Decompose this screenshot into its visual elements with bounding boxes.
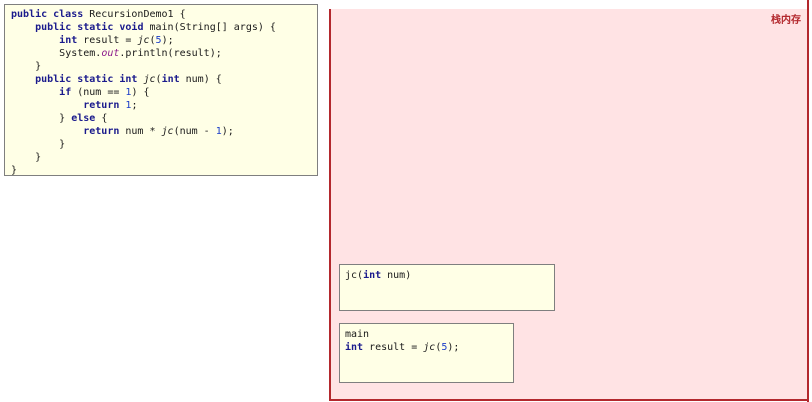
code-line-7: if (num == 1) { xyxy=(11,86,317,99)
method-name: jc xyxy=(137,35,150,46)
stack-frame-jc: jc(int num) xyxy=(339,264,555,311)
code-text: System. xyxy=(59,48,102,59)
method-name: jc xyxy=(423,342,436,353)
code-text: num * xyxy=(119,126,162,137)
code-text: (num - xyxy=(173,126,216,137)
source-code-panel: public class RecursionDemo1 { public sta… xyxy=(4,4,318,176)
code-line-11: } xyxy=(11,139,66,150)
code-text: ; xyxy=(131,100,138,111)
code-text: ) { xyxy=(131,87,150,98)
keyword: int xyxy=(161,74,180,85)
keyword: int xyxy=(345,342,364,353)
code-line-5: } xyxy=(11,61,42,72)
code-line-4: System.out.println(result); xyxy=(11,47,317,60)
code-line-8: return 1; xyxy=(11,99,317,112)
method-name: jc xyxy=(161,126,174,137)
keyword: public static int xyxy=(35,74,138,85)
code-text: { xyxy=(95,113,108,124)
code-line-9: } else { xyxy=(11,112,317,125)
keyword: if xyxy=(59,87,72,98)
frame-main-title: main xyxy=(345,329,370,340)
stack-frame-main: main int result = jc(5); xyxy=(339,323,514,383)
code-line-6: public static int jc(int num) { xyxy=(11,73,317,86)
stack-border-right xyxy=(807,0,809,402)
keyword: int xyxy=(363,270,382,281)
code-text: main(String[] args) { xyxy=(143,22,276,33)
code-text: RecursionDemo1 { xyxy=(83,9,186,20)
keyword: else xyxy=(71,113,96,124)
code-text: ); xyxy=(221,126,234,137)
code-line-12: } xyxy=(11,152,42,163)
frame-main-statement: int result = jc(5); xyxy=(345,341,513,354)
frame-jc-signature: jc(int num) xyxy=(345,269,554,282)
code-text: num) xyxy=(381,270,412,281)
code-text: result = xyxy=(77,35,138,46)
code-text: ); xyxy=(161,35,174,46)
keyword: public static void xyxy=(35,22,144,33)
code-line-3: int result = jc(5); xyxy=(11,34,317,47)
keyword: public class xyxy=(11,9,84,20)
code-line-13: } xyxy=(11,165,18,176)
code-text: jc( xyxy=(345,270,364,281)
code-text: ); xyxy=(447,342,460,353)
code-text: (num == xyxy=(71,87,126,98)
stack-memory-label: 栈内存 xyxy=(771,15,801,26)
code-line-10: return num * jc(num - 1); xyxy=(11,125,317,138)
code-text: result = xyxy=(363,342,424,353)
keyword: int xyxy=(59,35,78,46)
code-line-2: public static void main(String[] args) { xyxy=(11,21,317,34)
keyword: return xyxy=(83,126,120,137)
code-text: num) { xyxy=(179,74,222,85)
code-line-1: public class RecursionDemo1 { xyxy=(11,8,317,21)
keyword: return xyxy=(83,100,120,111)
code-text: .println(result); xyxy=(119,48,222,59)
code-text: } xyxy=(59,113,72,124)
static-field: out xyxy=(101,48,120,59)
method-name: jc xyxy=(143,74,156,85)
